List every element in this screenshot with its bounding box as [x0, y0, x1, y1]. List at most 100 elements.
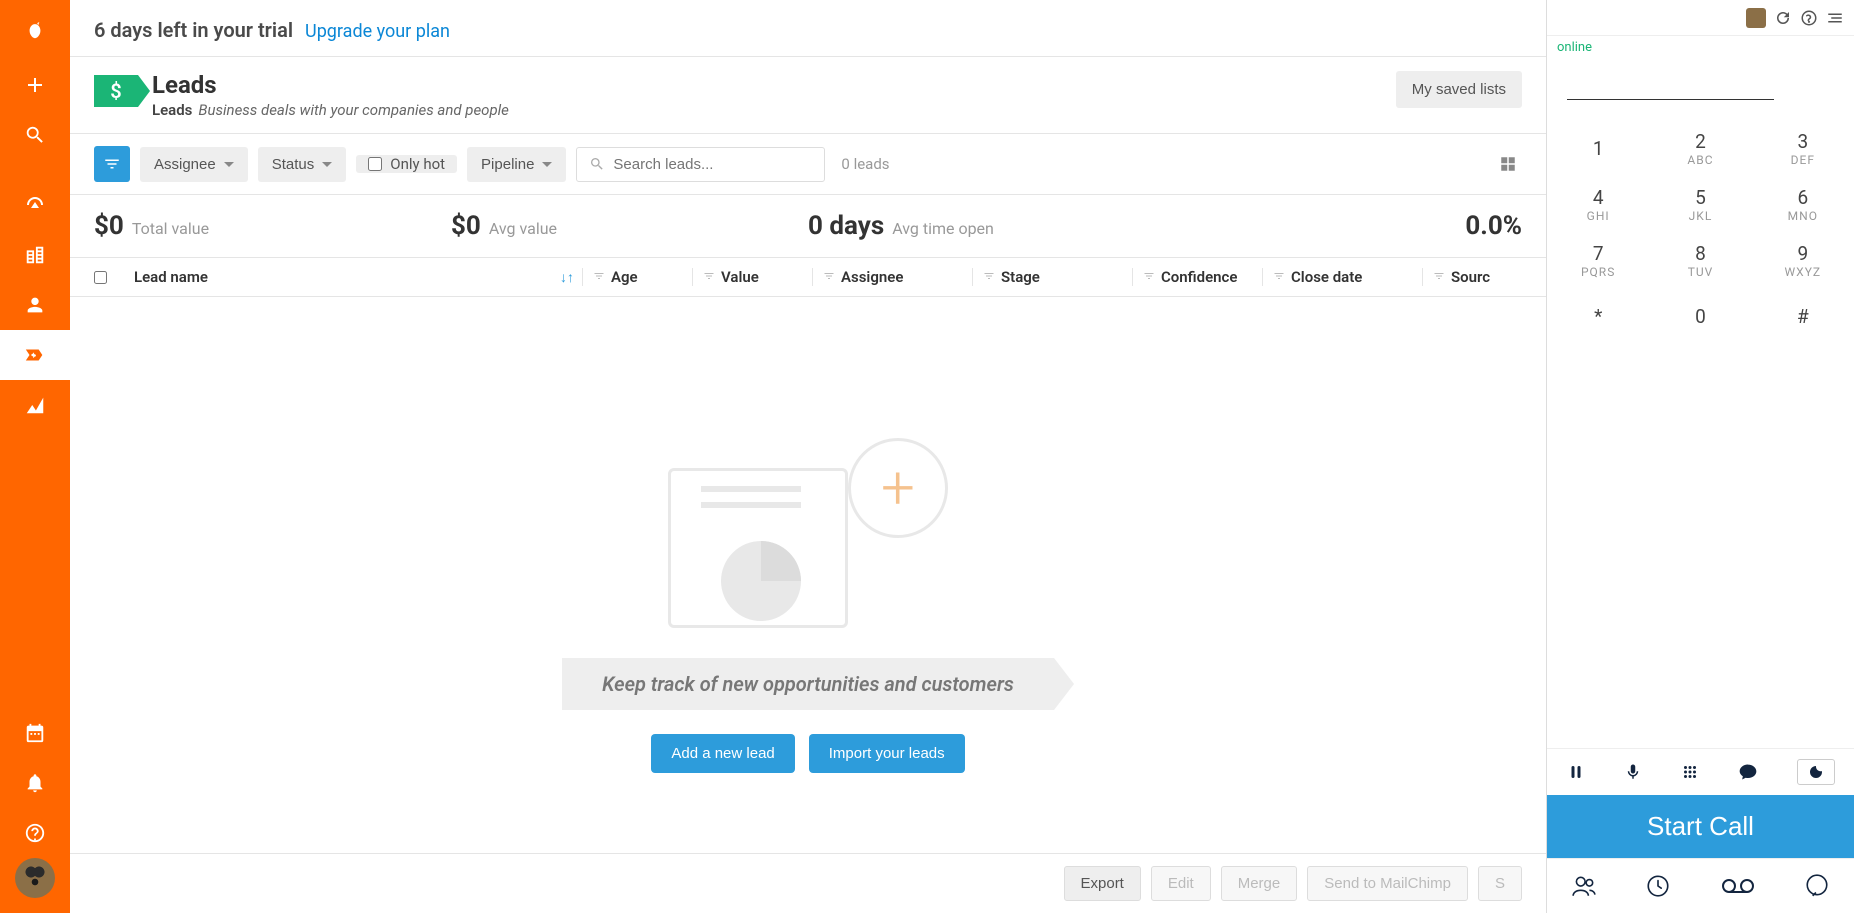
pause-icon[interactable] [1567, 763, 1585, 781]
contacts-icon[interactable] [1571, 873, 1597, 899]
empty-state: + Keep track of new opportunities and cu… [70, 297, 1546, 913]
refresh-icon[interactable] [1774, 9, 1792, 27]
filter-icon[interactable] [1433, 268, 1445, 286]
key-5[interactable]: 5JKL [1649, 176, 1751, 232]
filter-toggle-button[interactable] [94, 146, 130, 182]
key-7[interactable]: 7PQRS [1547, 232, 1649, 288]
saved-lists-button[interactable]: My saved lists [1396, 71, 1522, 108]
col-close[interactable]: Close date [1291, 268, 1362, 286]
page-subtitle: LeadsBusiness deals with your companies … [152, 101, 509, 119]
col-stage[interactable]: Stage [1001, 268, 1040, 286]
filter-bar: Assignee Status Only hot Pipeline 0 lead… [70, 134, 1546, 195]
col-age[interactable]: Age [611, 268, 638, 286]
key-4[interactable]: 4GHI [1547, 176, 1649, 232]
moon-icon[interactable] [1797, 759, 1835, 785]
sidebar-companies[interactable] [0, 230, 70, 280]
menu-icon[interactable] [1826, 9, 1844, 27]
edit-button[interactable]: Edit [1151, 866, 1211, 901]
mic-icon[interactable] [1624, 763, 1642, 781]
history-icon[interactable] [1645, 873, 1671, 899]
start-call-button[interactable]: Start Call [1547, 795, 1854, 858]
mailchimp-button[interactable]: Send to MailChimp [1307, 866, 1468, 901]
filter-icon[interactable] [983, 268, 995, 286]
sidebar-dashboard[interactable] [0, 180, 70, 230]
key-hash[interactable]: # [1752, 288, 1854, 344]
key-6[interactable]: 6MNO [1752, 176, 1854, 232]
key-0[interactable]: 0 [1649, 288, 1751, 344]
empty-banner: Keep track of new opportunities and cust… [562, 658, 1054, 710]
trial-text: 6 days left in your trial [94, 18, 293, 42]
key-3[interactable]: 3DEF [1752, 120, 1854, 176]
sidebar-leads[interactable] [0, 330, 70, 380]
sidebar-help[interactable] [0, 808, 70, 858]
stat-pct-value: 0.0% [1465, 211, 1522, 241]
key-1[interactable]: 1 [1547, 120, 1649, 176]
search-input[interactable] [613, 156, 812, 173]
pipeline-filter[interactable]: Pipeline [467, 147, 566, 182]
stat-total-value: $0 [94, 211, 124, 241]
chevron-down-icon [542, 162, 552, 167]
col-value[interactable]: Value [721, 268, 759, 286]
stat-time-value: 0 days [808, 211, 884, 241]
chevron-down-icon [322, 162, 332, 167]
sidebar-people[interactable] [0, 280, 70, 330]
col-source[interactable]: Sourc [1451, 268, 1490, 286]
stat-avg-value: $0 [451, 211, 481, 241]
key-star[interactable]: * [1547, 288, 1649, 344]
sidebar-notifications[interactable] [0, 758, 70, 808]
dialer-controls [1547, 748, 1854, 795]
trial-bar: 6 days left in your trial Upgrade your p… [70, 0, 1546, 42]
empty-graphic: + [668, 438, 948, 638]
export-button[interactable]: Export [1064, 866, 1141, 901]
dialer-header [1547, 0, 1854, 36]
search-leads[interactable] [576, 147, 825, 182]
voicemail-icon[interactable] [1720, 873, 1756, 899]
col-name[interactable]: Lead name [134, 268, 208, 286]
dialer-panel: online 1 2ABC 3DEF 4GHI 5JKL 6MNO 7PQRS … [1546, 0, 1854, 913]
keypad: 1 2ABC 3DEF 4GHI 5JKL 6MNO 7PQRS 8TUV 9W… [1547, 120, 1854, 344]
lead-count: 0 leads [841, 155, 889, 173]
filter-icon[interactable] [1143, 268, 1155, 286]
page-header: $ Leads LeadsBusiness deals with your co… [70, 56, 1546, 134]
merge-button[interactable]: Merge [1221, 866, 1298, 901]
sidebar-calendar[interactable] [0, 708, 70, 758]
key-8[interactable]: 8TUV [1649, 232, 1751, 288]
key-9[interactable]: 9WXYZ [1752, 232, 1854, 288]
add-lead-button[interactable]: Add a new lead [651, 734, 794, 773]
keypad-toggle-icon[interactable] [1681, 763, 1699, 781]
dialer-avatar[interactable] [1746, 8, 1766, 28]
grid-view-icon[interactable] [1494, 150, 1522, 178]
upgrade-link[interactable]: Upgrade your plan [305, 21, 450, 42]
col-confidence[interactable]: Confidence [1161, 268, 1237, 286]
assignee-filter[interactable]: Assignee [140, 147, 248, 182]
key-2[interactable]: 2ABC [1649, 120, 1751, 176]
help-icon[interactable] [1800, 9, 1818, 27]
sidebar-reports[interactable] [0, 380, 70, 430]
stats-bar: $0Total value $0Avg value 0 daysAvg time… [70, 195, 1546, 258]
dialer-bottom-tabs [1547, 858, 1854, 913]
select-all-checkbox[interactable] [94, 271, 107, 284]
table-header: Lead name ↓↑ Age Value Assignee Stage Con… [70, 258, 1546, 297]
import-leads-button[interactable]: Import your leads [809, 734, 965, 773]
sidebar-logo[interactable] [0, 10, 70, 60]
chat-icon[interactable] [1738, 762, 1758, 782]
only-hot-input[interactable] [368, 157, 382, 171]
footer-bar: Export Edit Merge Send to MailChimp S [70, 853, 1546, 913]
dialer-status: online [1547, 36, 1854, 59]
filter-icon[interactable] [823, 268, 835, 286]
main-content: 6 days left in your trial Upgrade your p… [70, 0, 1546, 913]
only-hot-checkbox[interactable]: Only hot [356, 155, 457, 173]
sidebar-add[interactable] [0, 60, 70, 110]
status-filter[interactable]: Status [258, 147, 347, 182]
messages-icon[interactable] [1804, 873, 1830, 899]
filter-icon[interactable] [1273, 268, 1285, 286]
sort-icon[interactable]: ↓↑ [560, 269, 574, 286]
phone-number-input[interactable] [1567, 69, 1774, 100]
user-avatar[interactable] [15, 858, 55, 898]
more-button[interactable]: S [1478, 866, 1522, 901]
filter-icon[interactable] [593, 268, 605, 286]
col-assignee[interactable]: Assignee [841, 268, 903, 286]
filter-icon[interactable] [703, 268, 715, 286]
sidebar-search[interactable] [0, 110, 70, 160]
page-title: Leads [152, 71, 509, 99]
